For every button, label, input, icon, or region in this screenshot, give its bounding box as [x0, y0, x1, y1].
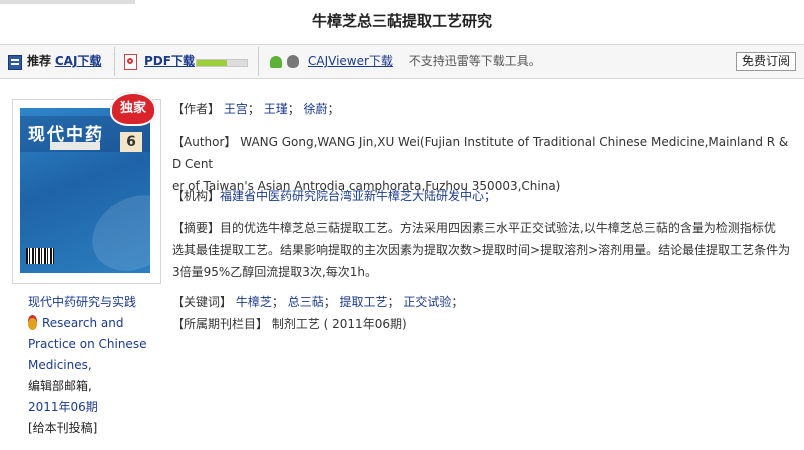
caj-book-icon	[8, 55, 22, 70]
keywords-label: 【关键词】	[172, 295, 233, 309]
journal-cover-image[interactable]: 现代中药 6	[20, 108, 150, 273]
cajviewer-group: CAJViewer下载 不支持迅雷等下载工具。	[308, 45, 541, 78]
free-subscribe-button[interactable]: 免费订阅	[736, 52, 796, 71]
page-title: 牛樟芝总三萜提取工艺研究	[311, 12, 492, 30]
journal-issue-link[interactable]: 2011年06期	[28, 397, 148, 418]
author-en-line-1: WANG Gong,WANG Jin,XU Wei(Fujian Institu…	[172, 135, 789, 171]
android-icon[interactable]	[270, 56, 282, 68]
pdf-icon	[124, 54, 137, 70]
exclusive-badge: 独家	[110, 92, 156, 126]
pdf-group: PDF下载	[144, 45, 195, 78]
barcode-icon	[26, 248, 54, 264]
journal-name-en-3: Medicines,	[28, 358, 92, 372]
column-row: 【所属期刊栏目】 制剂工艺 ( 2011年06期)	[172, 313, 792, 335]
institution-row: 【机构】福建省中医药研究院台湾亚新牛樟芝大陆研发中心；	[172, 185, 792, 207]
column-value: 制剂工艺 ( 2011年06期)	[271, 317, 407, 331]
pdf-progress-bar	[196, 59, 248, 67]
cover-watermark	[78, 180, 150, 273]
pdf-progress-fill	[197, 60, 227, 66]
author-link[interactable]: 徐蔚	[304, 102, 328, 116]
abstract-line-3: 3倍量95%乙醇回流提取3次,每次1h。	[172, 265, 377, 279]
institution-link[interactable]: 福建省中医药研究院台湾亚新牛樟芝大陆研发中心；	[220, 189, 496, 203]
authors-row: 【作者】 王宫； 王瑾； 徐蔚；	[172, 102, 340, 116]
journal-name-link[interactable]: 现代中药研究与实践	[28, 295, 136, 309]
keyword-link[interactable]: 牛樟芝	[236, 295, 272, 309]
cover-subtitle-bar	[50, 142, 100, 150]
pdf-download-link[interactable]: PDF下载	[144, 54, 195, 68]
apple-icon[interactable]	[287, 55, 299, 68]
journal-name-en-2: Practice on Chinese	[28, 337, 147, 351]
toolbar-divider	[114, 47, 115, 76]
editorial-email[interactable]: 编辑部邮箱,	[28, 376, 148, 397]
keyword-link[interactable]: 总三萜	[288, 295, 324, 309]
keywords-row: 【关键词】 牛樟芝； 总三萜； 提取工艺； 正交试验；	[172, 295, 464, 309]
medal-icon	[28, 317, 37, 330]
abstract-line-2: 选其最佳提取工艺。结果影响提取的主次因素为提取次数>提取时间>提取溶剂>溶剂用量…	[172, 243, 791, 257]
journal-info: 现代中药研究与实践 Research and Practice on Chine…	[28, 292, 148, 439]
column-label: 【所属期刊栏目】	[172, 317, 269, 331]
download-toolbar: 推荐 CAJ下载 PDF下载 CAJViewer下载 不支持迅雷等下载工具。	[0, 44, 804, 79]
submit-link[interactable]: [给本刊投稿]	[28, 418, 148, 439]
authors-label: 【作者】	[172, 102, 221, 116]
author-link[interactable]: 王瑾	[264, 102, 288, 116]
caj-download-link[interactable]: CAJ下载	[55, 54, 102, 68]
journal-name-en-1: Research and	[42, 316, 124, 330]
cover-issue-number: 6	[120, 132, 142, 152]
author-en-label: 【Author】	[172, 135, 237, 149]
download-tool-note: 不支持迅雷等下载工具。	[408, 54, 541, 68]
abstract-row: 【摘要】目的优选牛樟芝总三萜提取工艺。方法采用四因素三水平正交试验法,以牛樟芝总…	[172, 217, 792, 283]
keyword-link[interactable]: 提取工艺	[340, 295, 388, 309]
toolbar-divider	[258, 47, 259, 76]
recommend-label: 推荐	[27, 54, 52, 68]
recommend-caj-group: 推荐 CAJ下载	[27, 45, 101, 78]
abstract-label: 【摘要】	[172, 221, 221, 235]
abstract-line-1: 目的优选牛樟芝总三萜提取工艺。方法采用四因素三水平正交试验法,以牛樟芝总三萜的含…	[220, 221, 776, 235]
institution-label: 【机构】	[172, 189, 221, 203]
keyword-link[interactable]: 正交试验	[403, 295, 451, 309]
author-link[interactable]: 王宫	[224, 102, 248, 116]
cajviewer-download-link[interactable]: CAJViewer下载	[308, 54, 393, 68]
